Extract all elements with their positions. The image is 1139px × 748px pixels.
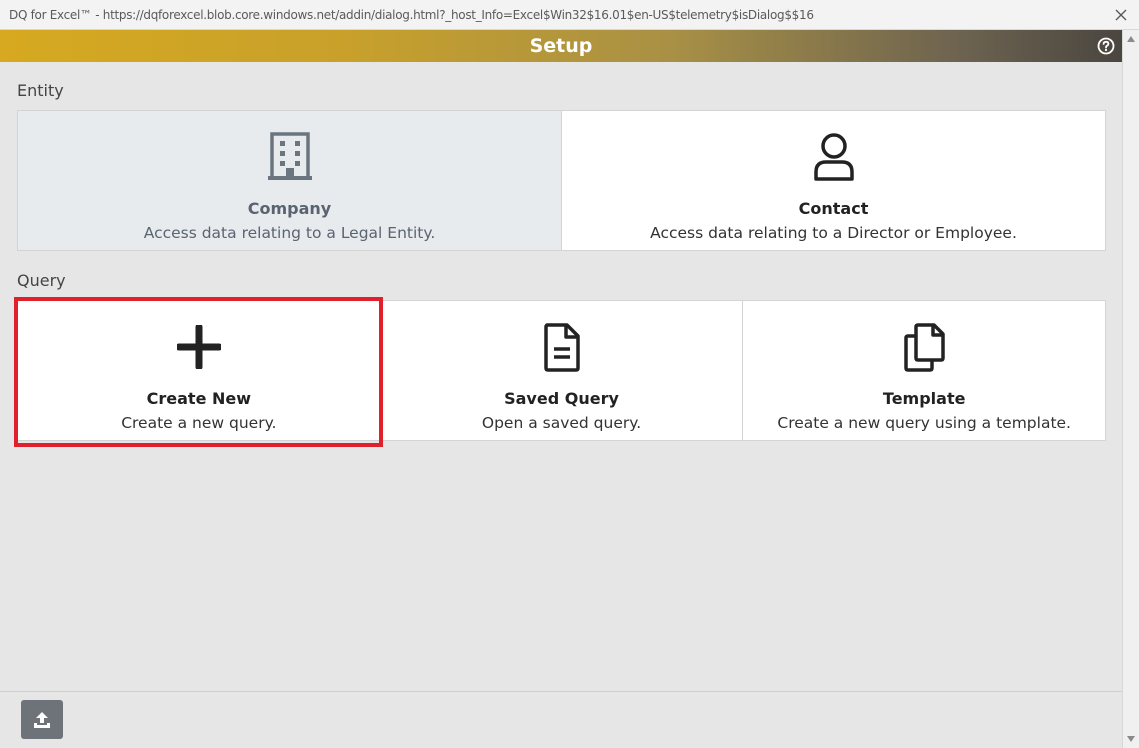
document-icon (536, 321, 588, 373)
saved-query-tile-description: Open a saved query. (481, 414, 642, 432)
entity-section-label: Entity (17, 81, 64, 100)
saved-query-tile[interactable]: Saved Query Open a saved query. (379, 301, 743, 440)
template-tile-description: Create a new query using a template. (777, 414, 1071, 432)
entity-tiles: Company Access data relating to a Legal … (17, 110, 1106, 251)
query-section-label: Query (17, 271, 66, 290)
contact-tile-description: Access data relating to a Director or Em… (650, 224, 1017, 242)
company-tile-description: Access data relating to a Legal Entity. (143, 224, 436, 242)
plus-icon (173, 321, 225, 373)
create-new-tile-description: Create a new query. (121, 414, 277, 432)
footer-bar (0, 691, 1122, 748)
company-tile-title: Company (247, 199, 332, 218)
window-title: DQ for Excel™ - https://dqforexcel.blob.… (9, 8, 814, 22)
upload-icon (34, 711, 50, 728)
window-titlebar: DQ for Excel™ - https://dqforexcel.blob.… (0, 0, 1139, 30)
building-icon (264, 131, 316, 183)
contact-tile[interactable]: Contact Access data relating to a Direct… (561, 111, 1105, 250)
query-tiles: Create New Create a new query. Saved Que… (17, 300, 1106, 441)
scroll-down-arrow-icon[interactable] (1127, 736, 1135, 742)
upload-button[interactable] (21, 700, 63, 739)
create-new-tile[interactable]: Create New Create a new query. (18, 301, 380, 440)
template-tile[interactable]: Template Create a new query using a temp… (742, 301, 1106, 440)
company-tile[interactable]: Company Access data relating to a Legal … (18, 111, 561, 250)
saved-query-tile-title: Saved Query (504, 389, 619, 408)
copy-icon (898, 321, 950, 373)
close-icon[interactable] (1109, 3, 1133, 27)
person-icon (808, 131, 860, 183)
page-title: Setup (529, 35, 593, 57)
contact-tile-title: Contact (798, 199, 869, 218)
vertical-scrollbar[interactable] (1122, 30, 1139, 748)
scroll-up-arrow-icon[interactable] (1127, 36, 1135, 42)
setup-header: Setup (0, 30, 1122, 62)
help-circle-icon[interactable] (1097, 37, 1115, 55)
create-new-tile-title: Create New (146, 389, 252, 408)
template-tile-title: Template (882, 389, 966, 408)
